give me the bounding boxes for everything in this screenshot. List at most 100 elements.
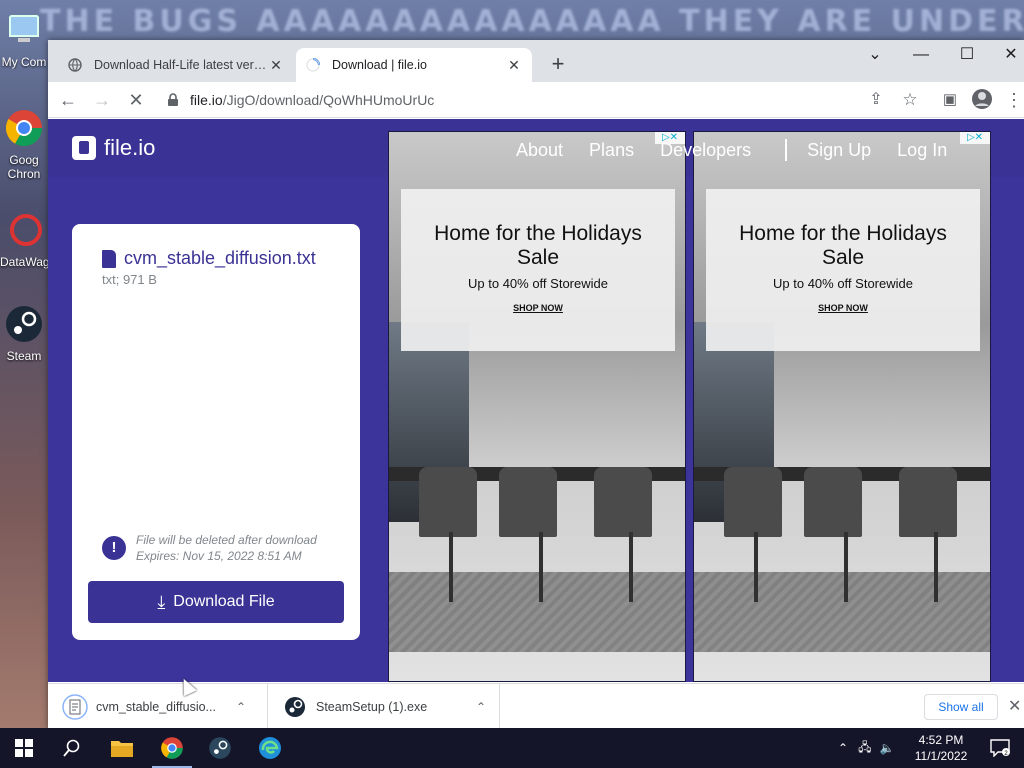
- taskbar-chrome[interactable]: [148, 728, 196, 768]
- taskbar-steam[interactable]: [196, 728, 244, 768]
- browser-toolbar: ← → ✕ file.io/JigO/download/QoWhHUmoUrUc…: [48, 82, 1024, 118]
- notification-icon: 2: [990, 739, 1010, 757]
- page-content: file.io Home for the Holidays Sale Up to…: [48, 119, 1024, 682]
- ad-photo-chair: [499, 467, 557, 537]
- datawag-icon: [10, 214, 42, 246]
- ad-promo-box: Home for the Holidays Sale Up to 40% off…: [706, 189, 980, 351]
- ad-subtext: Up to 40% off Storewide: [468, 276, 608, 291]
- file-name-row: cvm_stable_diffusion.txt: [102, 248, 316, 269]
- logo-text: file.io: [104, 135, 156, 160]
- desktop-icon-label: Goog Chron: [7, 153, 41, 181]
- share-icon[interactable]: ⇪: [864, 88, 888, 112]
- close-window-button[interactable]: ✕: [988, 40, 1024, 70]
- desktop-icon-label: DataWag: [0, 255, 48, 269]
- deletion-warning: ! File will be deleted after download Ex…: [102, 532, 317, 564]
- ad-banner[interactable]: Home for the Holidays Sale Up to 40% off…: [388, 131, 686, 682]
- ad-photo-chair-leg: [539, 532, 543, 602]
- download-button-label: Download File: [173, 593, 275, 610]
- warning-line-1: File will be deleted after download: [136, 533, 317, 547]
- ad-photo-chair-leg: [449, 532, 453, 602]
- exclamation-icon: !: [102, 536, 126, 560]
- taskbar-edge[interactable]: [246, 728, 294, 768]
- desktop-icon-steam[interactable]: Steam: [0, 304, 48, 363]
- ad-photo-rug: [389, 572, 685, 652]
- tab-close-icon[interactable]: ✕: [268, 57, 284, 74]
- lock-icon[interactable]: [166, 93, 180, 107]
- clock-time: 4:52 PM: [918, 733, 964, 747]
- chrome-icon: [5, 110, 43, 147]
- stop-loading-button[interactable]: ✕: [124, 88, 148, 112]
- desktop-icon-chrome[interactable]: Goog Chron: [0, 108, 48, 181]
- ad-photo-chair-leg: [934, 532, 938, 602]
- new-tab-button[interactable]: +: [546, 52, 570, 76]
- profile-avatar-icon[interactable]: [970, 88, 994, 112]
- chevron-up-icon[interactable]: ⌃: [236, 700, 246, 714]
- tab-close-icon[interactable]: ✕: [506, 57, 522, 74]
- search-button[interactable]: [48, 728, 96, 768]
- tab-strip: Download Half-Life latest version ✕ Down…: [48, 40, 1024, 82]
- steam-icon: [285, 697, 305, 717]
- show-all-button[interactable]: Show all: [924, 694, 998, 720]
- nav-plans[interactable]: Plans: [589, 140, 634, 161]
- ad-banner[interactable]: Home for the Holidays Sale Up to 40% off…: [693, 131, 991, 682]
- action-center-button[interactable]: 2: [976, 728, 1024, 768]
- steam-icon: [6, 306, 42, 342]
- chevron-up-icon[interactable]: ⌃: [476, 700, 486, 714]
- download-item-name: cvm_stable_diffusio...: [96, 700, 216, 714]
- loading-spinner-icon: [306, 58, 320, 72]
- ad-photo-chair: [724, 467, 782, 537]
- warning-line-2: Expires: Nov 15, 2022 8:51 AM: [136, 549, 302, 563]
- download-file-button[interactable]: ⤓ Download File: [88, 581, 344, 623]
- chrome-icon: [161, 737, 183, 759]
- ad-photo-rug: [694, 572, 990, 652]
- forward-button[interactable]: →: [90, 88, 114, 112]
- bookmark-star-icon[interactable]: ☆: [898, 88, 922, 112]
- tab-file-io[interactable]: Download | file.io ✕: [296, 48, 532, 82]
- tab-title: Download | file.io: [332, 58, 427, 72]
- minimize-button[interactable]: —: [898, 40, 944, 70]
- ad-shop-now-link[interactable]: SHOP NOW: [401, 303, 675, 313]
- nav-log-in[interactable]: Log In: [897, 140, 947, 161]
- start-button[interactable]: [0, 728, 48, 768]
- close-shelf-icon[interactable]: ✕: [1008, 696, 1021, 716]
- url-host: file.io: [190, 92, 223, 108]
- file-name: cvm_stable_diffusion.txt: [124, 248, 316, 268]
- site-logo[interactable]: file.io: [72, 135, 155, 161]
- back-button[interactable]: ←: [56, 88, 80, 112]
- desktop-icon-label: Steam: [6, 349, 42, 363]
- steam-icon: [209, 737, 231, 759]
- download-item[interactable]: cvm_stable_diffusio... ⌃: [48, 684, 268, 730]
- ad-photo-chair-leg: [629, 532, 633, 602]
- ad-subtext: Up to 40% off Storewide: [773, 276, 913, 291]
- ad-photo-chair: [419, 467, 477, 537]
- url-path: /JigO/download/QoWhHUmoUrUc: [222, 92, 435, 108]
- ad-shop-now-link[interactable]: SHOP NOW: [706, 303, 980, 313]
- file-icon: [102, 249, 116, 268]
- ad-photo-chair-leg: [754, 532, 758, 602]
- maximize-button[interactable]: ☐: [944, 40, 990, 70]
- download-item[interactable]: SteamSetup (1).exe ⌃: [268, 684, 500, 730]
- volume-icon[interactable]: 🔈: [879, 741, 894, 755]
- nav-developers[interactable]: Developers: [660, 140, 751, 161]
- taskbar-file-explorer[interactable]: [98, 728, 146, 768]
- nav-about[interactable]: About: [516, 140, 563, 161]
- ad-photo-chair: [804, 467, 862, 537]
- download-card: cvm_stable_diffusion.txt txt; 971 B ! Fi…: [72, 224, 360, 640]
- desktop-icon-label: My Com: [1, 55, 47, 69]
- search-icon: [63, 739, 80, 757]
- taskbar-clock[interactable]: 4:52 PM 11/1/2022: [912, 732, 970, 764]
- desktop-icon-datawag[interactable]: DataWag: [0, 210, 48, 269]
- network-icon[interactable]: 🖧: [858, 738, 871, 759]
- download-arrow-icon: ⤓: [157, 591, 166, 612]
- address-bar[interactable]: file.io/JigO/download/QoWhHUmoUrUc: [160, 86, 920, 114]
- nav-sign-up[interactable]: Sign Up: [807, 140, 871, 161]
- file-io-logo-icon: [72, 136, 96, 160]
- warning-text: File will be deleted after download Expi…: [136, 532, 317, 564]
- desktop-icon-my-computer[interactable]: My Com: [0, 10, 48, 69]
- tab-title: Download Half-Life latest version: [94, 58, 268, 72]
- tab-search-chevron-icon[interactable]: ⌄: [852, 40, 898, 70]
- show-hidden-icons-icon[interactable]: ⌃: [838, 741, 848, 755]
- menu-kebab-icon[interactable]: ⋮: [1002, 88, 1024, 112]
- side-panel-icon[interactable]: ▣: [938, 88, 962, 112]
- tab-half-life[interactable]: Download Half-Life latest version ✕: [58, 48, 294, 82]
